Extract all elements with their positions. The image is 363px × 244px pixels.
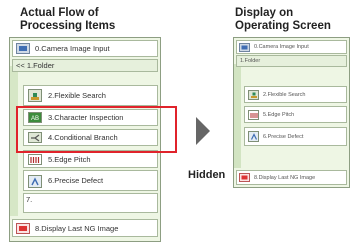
screen-item-display-last-ng[interactable]: 8.Display Last NG Image [236,170,347,185]
flow-item-label: 5.Edge Pitch [48,154,91,164]
folder-indent-strip [234,64,241,168]
operating-screen-panel: 0.Camera Image Input 1.Folder 2.Flexible… [233,37,350,188]
right-title-line-2: Operating Screen [235,20,331,32]
screen-item-precise-defect[interactable]: 6.Precise Defect [244,127,347,146]
screen-item-camera-input[interactable]: 0.Camera Image Input [236,40,347,54]
left-title: Actual Flow of Processing Items [20,7,115,33]
flow-item-label: 2.Flexible Search [48,91,106,100]
flow-item-label: 7. [26,195,33,204]
screen-item-label: 8.Display Last NG Image [254,174,316,181]
edge-pitch-icon [248,110,259,120]
screen-item-label: 5.Edge Pitch [263,111,295,118]
screen-item-folder[interactable]: 1.Folder [236,55,347,67]
flow-item-label: 8.Display Last NG Image [35,223,119,233]
camera-input-icon [16,43,30,54]
right-title: Display on Operating Screen [235,7,331,33]
screen-item-edge-pitch[interactable]: 5.Edge Pitch [244,106,347,123]
screen-item-flexible-search[interactable]: 2.Flexible Search [244,86,347,103]
flow-item-empty[interactable]: 7. [23,193,158,213]
flow-item-label: << 1.Folder [16,61,55,70]
flexible-search-icon [248,90,259,100]
flow-item-flexible-search[interactable]: 2.Flexible Search [23,85,158,106]
flexible-search-icon [28,89,42,102]
flow-item-label: 0.Camera Image Input [35,44,110,53]
screen-item-label: 6.Precise Defect [263,133,304,140]
arrow-right-icon [196,117,210,145]
screen-item-label: 2.Flexible Search [263,91,306,98]
camera-input-icon [239,43,250,52]
screen-item-label: 0.Camera Image Input [254,44,309,50]
left-title-line-2: Processing Items [20,20,116,32]
display-last-ng-icon [239,173,250,182]
display-last-ng-icon [16,223,30,234]
edge-pitch-icon [28,154,42,165]
hidden-label: Hidden [188,169,226,181]
flow-item-camera-input[interactable]: 0.Camera Image Input [12,40,158,57]
screen-item-label: 1.Folder [240,58,261,64]
flow-item-precise-defect[interactable]: 6.Precise Defect [23,170,158,191]
flow-item-label: 6.Precise Defect [48,176,104,185]
left-title-line-1: Actual Flow of [20,7,99,19]
precise-defect-icon [248,131,259,142]
right-title-line-1: Display on [235,7,294,19]
hidden-items-highlight [16,106,177,153]
flow-item-folder[interactable]: << 1.Folder [12,59,158,72]
precise-defect-icon [28,175,42,188]
flow-item-display-last-ng[interactable]: 8.Display Last NG Image [12,219,158,237]
